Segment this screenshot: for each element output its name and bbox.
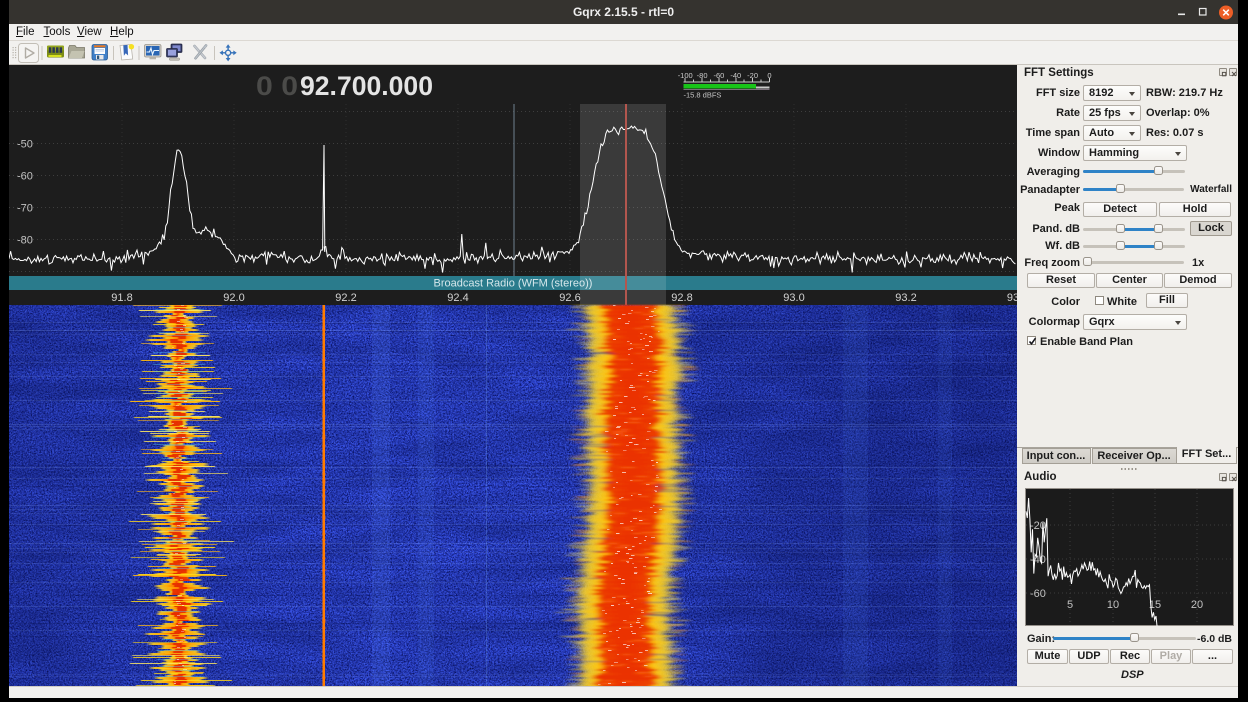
svg-text:10: 10 — [1107, 599, 1119, 611]
svg-text:92.700.000: 92.700.000 — [300, 71, 433, 101]
svg-text:-80: -80 — [17, 235, 33, 247]
svg-text:-15.8 dBFS: -15.8 dBFS — [684, 91, 722, 100]
svg-text:5: 5 — [1067, 599, 1073, 611]
svg-text:-50: -50 — [17, 139, 33, 151]
svg-text:92.2: 92.2 — [335, 292, 356, 304]
svg-text:92.6: 92.6 — [559, 292, 580, 304]
svg-text:-60: -60 — [17, 171, 33, 183]
svg-text:-40: -40 — [1030, 554, 1046, 566]
svg-text:-60: -60 — [1030, 588, 1046, 600]
svg-text:Broadcast Radio (WFM (stereo)): Broadcast Radio (WFM (stereo)) — [434, 278, 593, 290]
svg-text:91.8: 91.8 — [111, 292, 132, 304]
svg-text:20: 20 — [1191, 599, 1203, 611]
svg-text:-70: -70 — [17, 203, 33, 215]
svg-text:92.8: 92.8 — [671, 292, 692, 304]
svg-text:93: 93 — [1007, 292, 1017, 304]
svg-text:92.4: 92.4 — [447, 292, 468, 304]
svg-text:93.2: 93.2 — [895, 292, 916, 304]
svg-text:0 0: 0 0 — [256, 71, 298, 101]
svg-text:92.0: 92.0 — [223, 292, 244, 304]
svg-text:93.0: 93.0 — [783, 292, 804, 304]
